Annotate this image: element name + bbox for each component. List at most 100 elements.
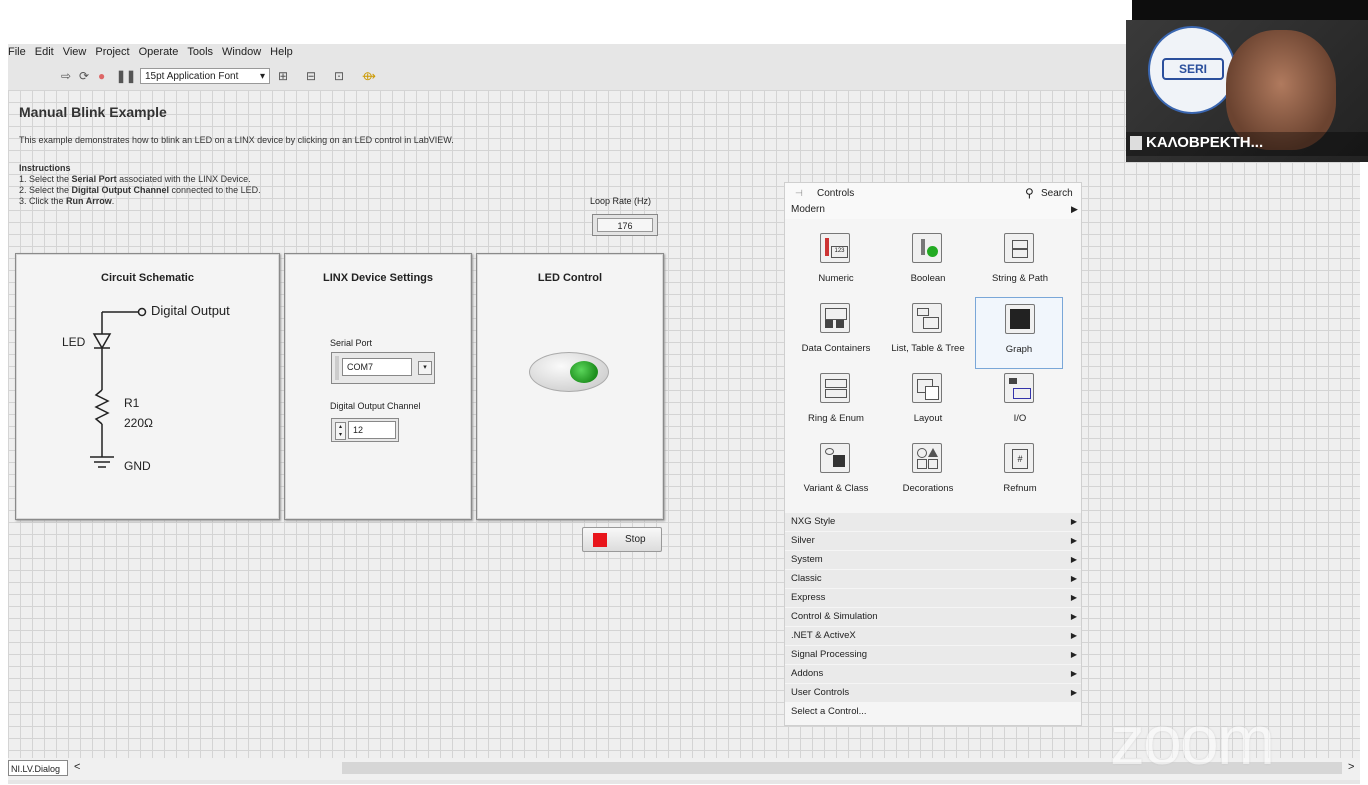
font-select[interactable]: 15pt Application Font	[140, 68, 270, 85]
palette-item-io[interactable]: I/O	[975, 367, 1065, 433]
refnum-icon: #	[1004, 443, 1034, 473]
led-button[interactable]	[529, 352, 609, 392]
instructions-heading: Instructions	[19, 163, 71, 173]
variant-class-icon	[820, 443, 850, 473]
led-light-icon	[570, 361, 598, 383]
subpalette-silver[interactable]: Silver ▶	[785, 532, 1081, 550]
page-title: Manual Blink Example	[19, 104, 167, 120]
palette-header: ⊣ Controls ⚲ Search Modern ▶	[785, 183, 1081, 219]
run-continuously-icon[interactable]: ⟳	[79, 70, 92, 83]
submenu-arrow-icon: ▶	[1070, 593, 1077, 602]
menu-edit[interactable]: Edit	[35, 46, 54, 58]
digital-channel-label: Digital Output Channel	[330, 401, 421, 411]
digital-channel-value[interactable]: 12	[348, 421, 396, 439]
list-table-tree-icon	[912, 303, 942, 333]
select-a-control[interactable]: Select a Control...	[785, 703, 1081, 721]
menu-tools[interactable]: Tools	[187, 46, 213, 58]
numeric-icon: 123	[820, 233, 850, 263]
seri-logo: SERI	[1148, 26, 1236, 114]
schematic-drawing	[90, 307, 147, 468]
io-icon	[1004, 373, 1034, 403]
menu-file[interactable]: File	[8, 46, 26, 58]
subpalette-classic[interactable]: Classic ▶	[785, 570, 1081, 588]
stop-button[interactable]: Stop	[582, 527, 662, 552]
serial-port-dropdown-icon[interactable]: ▾	[418, 361, 432, 375]
menu-operate[interactable]: Operate	[139, 46, 179, 58]
resize-objects-icon[interactable]: ⊡	[334, 70, 347, 83]
submenu-arrow-icon: ▶	[1070, 612, 1077, 621]
pause-icon[interactable]: ❚❚	[116, 70, 136, 83]
palette-item-layout[interactable]: Layout	[883, 367, 973, 433]
led-control-panel: LED Control	[476, 253, 664, 520]
subpalette-control-simulation[interactable]: Control & Simulation ▶	[785, 608, 1081, 626]
menu-view[interactable]: View	[63, 46, 87, 58]
boolean-icon	[912, 233, 942, 263]
zoom-watermark: zoom	[1110, 701, 1275, 779]
submenu-arrow-icon: ▶	[1070, 555, 1077, 564]
subpalette-dotnet-activex[interactable]: .NET & ActiveX ▶	[785, 627, 1081, 645]
palette-item-variant-class[interactable]: Variant & Class	[791, 437, 881, 503]
subpalette-system[interactable]: System ▶	[785, 551, 1081, 569]
digital-output-label: Digital Output	[151, 303, 230, 318]
subpalette-addons[interactable]: Addons ▶	[785, 665, 1081, 683]
menu-window[interactable]: Window	[222, 46, 261, 58]
palette-item-boolean[interactable]: Boolean	[883, 227, 973, 293]
scroll-left-icon[interactable]: <	[74, 761, 80, 773]
ring-enum-icon	[820, 373, 850, 403]
abort-icon[interactable]: ●	[98, 70, 111, 83]
circuit-schematic-panel: Circuit Schematic Digital Output LED R1 …	[15, 253, 280, 520]
submenu-arrow-icon: ▶	[1070, 688, 1077, 697]
digital-channel-control[interactable]: ▴ ▾ 12	[331, 418, 399, 442]
subpalette-user-controls[interactable]: User Controls ▶	[785, 684, 1081, 702]
palette-item-ring-enum[interactable]: Ring & Enum	[791, 367, 881, 433]
scroll-right-icon[interactable]: >	[1348, 761, 1354, 773]
run-arrow-icon[interactable]: ⇨	[61, 70, 74, 83]
decorations-icon	[912, 443, 942, 473]
increment-decrement-icon[interactable]: ▴ ▾	[335, 422, 346, 440]
search-icon[interactable]: ⚲	[1025, 186, 1034, 200]
instruction-step-1: 1. Select the Serial Port associated wit…	[19, 174, 251, 184]
palette-item-decorations[interactable]: Decorations	[883, 437, 973, 503]
stop-label: Stop	[625, 534, 646, 545]
instructions: Instructions 1. Select the Serial Port a…	[19, 163, 261, 207]
serial-port-grip-icon	[335, 356, 339, 380]
subpalette-nxg-style[interactable]: NXG Style ▶	[785, 513, 1081, 531]
palette-item-string-path[interactable]: String & Path	[975, 227, 1065, 293]
category-arrow-icon[interactable]: ▶	[1071, 204, 1078, 215]
webcam-video: SERI ΚΑΛΟΒΡΕΚΤΗ...	[1126, 20, 1368, 162]
serial-port-label: Serial Port	[330, 338, 373, 348]
graph-icon	[1005, 304, 1035, 334]
reorder-icon[interactable]: ⟴	[362, 70, 376, 83]
palette-search-button[interactable]: Search	[1041, 188, 1073, 199]
stop-icon	[593, 533, 607, 547]
submenu-arrow-icon: ▶	[1070, 650, 1077, 659]
palette-category[interactable]: Modern	[791, 204, 825, 215]
description: This example demonstrates how to blink a…	[19, 135, 454, 145]
menu-project[interactable]: Project	[95, 46, 129, 58]
palette-item-refnum[interactable]: # Refnum	[975, 437, 1065, 503]
serial-port-control[interactable]: COM7 ▾	[331, 352, 435, 384]
participant-name: ΚΑΛΟΒΡΕΚΤΗ...	[1146, 134, 1264, 151]
string-path-icon	[1004, 233, 1034, 263]
palette-title: Controls	[817, 188, 855, 199]
layout-icon	[912, 373, 942, 403]
gnd-label: GND	[124, 459, 151, 473]
toolbar: ⇨ ⟳ ● ❚❚ 15pt Application Font ⊞ ⊟ ⊡ ⟴	[8, 66, 1128, 88]
resistor-symbol	[94, 389, 110, 425]
palette-item-graph[interactable]: Graph	[975, 297, 1063, 369]
palette-item-data-containers[interactable]: Data Containers	[791, 297, 881, 363]
palette-item-list-table-tree[interactable]: List, Table & Tree	[883, 297, 973, 363]
serial-port-value[interactable]: COM7	[342, 358, 412, 376]
pushpin-icon[interactable]: ⊣	[795, 188, 803, 199]
zoom-top-bar	[1132, 0, 1368, 22]
distribute-objects-icon[interactable]: ⊟	[306, 70, 319, 83]
align-objects-icon[interactable]: ⊞	[278, 70, 291, 83]
loop-rate-indicator: 176	[592, 214, 658, 236]
resistor-value: 220Ω	[124, 416, 153, 430]
subpalette-express[interactable]: Express ▶	[785, 589, 1081, 607]
subpalette-signal-processing[interactable]: Signal Processing ▶	[785, 646, 1081, 664]
controls-palette: ⊣ Controls ⚲ Search Modern ▶ 123 Numeric…	[784, 182, 1082, 726]
participant-status-icon	[1130, 136, 1142, 150]
menu-help[interactable]: Help	[270, 46, 293, 58]
palette-item-numeric[interactable]: 123 Numeric	[791, 227, 881, 293]
